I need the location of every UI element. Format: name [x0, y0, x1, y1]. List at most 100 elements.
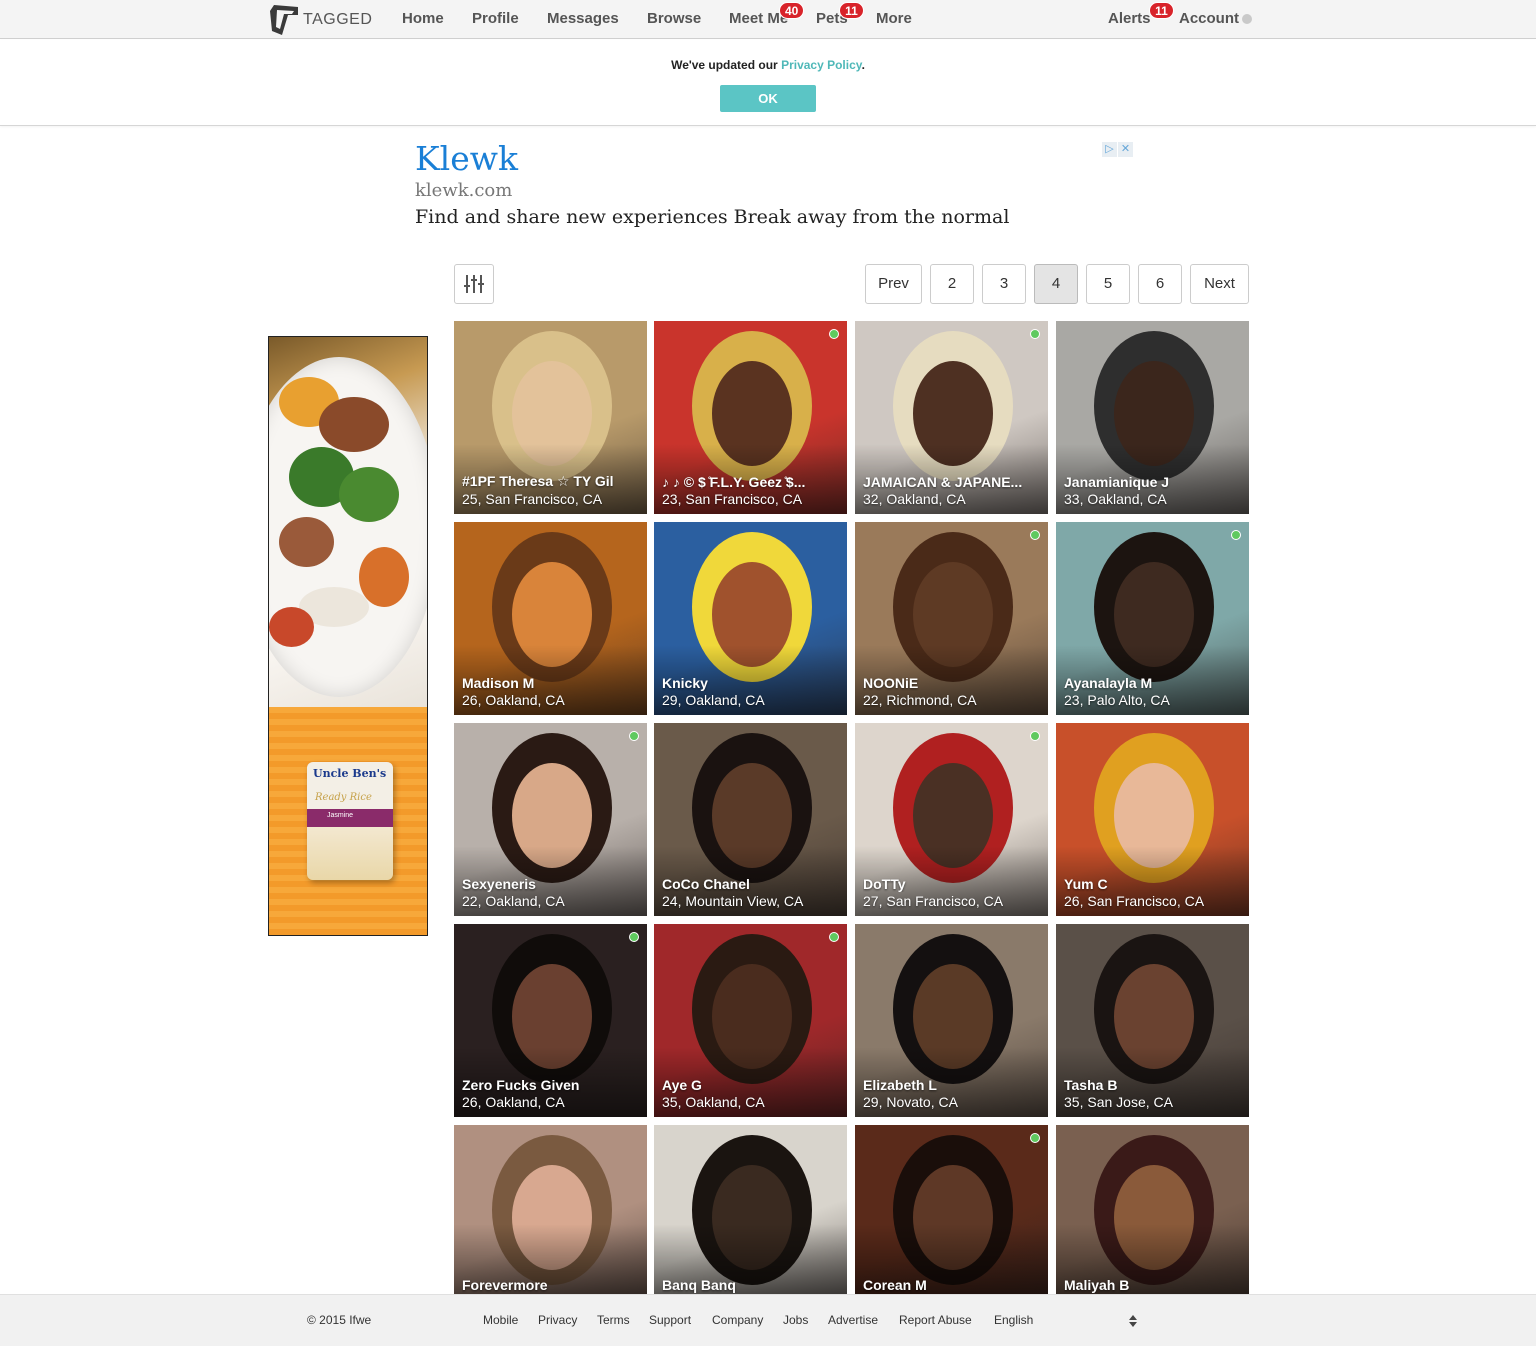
copyright: © 2015 Ifwe	[307, 1313, 372, 1327]
profile-name[interactable]: NOONiE	[863, 675, 1042, 691]
nav-pets[interactable]: Pets 11	[816, 2, 864, 27]
profile-name[interactable]: Knicky	[662, 675, 841, 691]
profile-card[interactable]: Corean M	[855, 1125, 1048, 1294]
profile-card[interactable]: Tasha B 35, San Jose, CA	[1056, 924, 1249, 1117]
profile-age-location: 26, San Francisco, CA	[1064, 893, 1205, 909]
profile-name[interactable]: Zero Fucks Given	[462, 1077, 641, 1093]
profile-name[interactable]: Ayanalayla M	[1064, 675, 1243, 691]
pagination-page[interactable]: 6	[1138, 264, 1182, 304]
profile-age-location: 22, Oakland, CA	[462, 893, 565, 909]
tagged-logo[interactable]: TAGGED	[268, 2, 372, 37]
footer-link-mobile[interactable]: Mobile	[483, 1313, 518, 1327]
language-select-arrows-icon[interactable]	[1127, 1312, 1139, 1330]
profile-card[interactable]: Knicky 29, Oakland, CA	[654, 522, 847, 715]
profile-card[interactable]: DoTTy 27, San Francisco, CA	[855, 723, 1048, 916]
profile-name[interactable]: Corean M	[863, 1277, 1042, 1293]
profile-name[interactable]: CoCo Chanel	[662, 876, 841, 892]
alerts-badge: 11	[1149, 2, 1174, 19]
ad-food-image	[269, 337, 427, 707]
pagination-page-current[interactable]: 4	[1034, 264, 1078, 304]
profile-name[interactable]: JAMAICAN & JAPANE...	[863, 474, 1042, 490]
ad-variety: Jasmine	[327, 812, 354, 819]
profile-card[interactable]: CoCo Chanel 24, Mountain View, CA	[654, 723, 847, 916]
filter-settings-button[interactable]	[454, 264, 494, 304]
online-indicator-icon	[829, 932, 839, 942]
language-select[interactable]: English	[994, 1313, 1033, 1327]
profile-age-location: 24, Mountain View, CA	[662, 893, 804, 909]
profile-name[interactable]: Elizabeth L	[863, 1077, 1042, 1093]
food-image	[319, 397, 389, 452]
privacy-policy-link[interactable]: Privacy Policy	[781, 58, 862, 72]
profile-name[interactable]: ♪ ♪ © $ ̊F.L.Y. Geez ̊$...	[662, 474, 841, 490]
pagination-page[interactable]: 5	[1086, 264, 1130, 304]
nav-more[interactable]: More	[876, 10, 912, 27]
privacy-text-before: We've updated our	[671, 58, 782, 72]
pagination-prev[interactable]: Prev	[865, 264, 922, 304]
text-ad[interactable]: Klewk klewk.com Find and share new exper…	[415, 140, 1135, 240]
footer-link-company[interactable]: Company	[712, 1313, 763, 1327]
profile-card[interactable]: NOONiE 22, Richmond, CA	[855, 522, 1048, 715]
profile-card[interactable]: Sexyeneris 22, Oakland, CA	[454, 723, 647, 916]
footer-link-privacy[interactable]: Privacy	[538, 1313, 577, 1327]
nav-messages[interactable]: Messages	[547, 10, 619, 27]
profile-card[interactable]: Madison M 26, Oakland, CA	[454, 522, 647, 715]
pagination-page[interactable]: 2	[930, 264, 974, 304]
profile-name[interactable]: Forevermore	[462, 1277, 641, 1293]
profile-name[interactable]: Aye G	[662, 1077, 841, 1093]
profile-card[interactable]: Zero Fucks Given 26, Oakland, CA	[454, 924, 647, 1117]
pagination-page[interactable]: 3	[982, 264, 1026, 304]
profile-card[interactable]: Maliyah B	[1056, 1125, 1249, 1294]
ad-url[interactable]: klewk.com	[415, 180, 1135, 201]
nav-account[interactable]: Account	[1179, 10, 1252, 27]
pagination-next[interactable]: Next	[1190, 264, 1249, 304]
profile-card[interactable]: Forevermore	[454, 1125, 647, 1294]
profile-name[interactable]: Yum C	[1064, 876, 1243, 892]
privacy-policy-banner: We've updated our Privacy Policy. OK	[0, 40, 1536, 126]
ad-choices[interactable]: ▷ ✕	[1102, 142, 1133, 157]
sidebar-banner-ad[interactable]: Uncle Ben's Ready Rice Jasmine	[268, 336, 428, 936]
nav-home[interactable]: Home	[402, 10, 444, 27]
nav-alerts-label: Alerts	[1108, 10, 1151, 27]
profile-name[interactable]: DoTTy	[863, 876, 1042, 892]
profile-card[interactable]: Janamianique J 33, Oakland, CA	[1056, 321, 1249, 514]
nav-alerts[interactable]: Alerts 11	[1108, 2, 1174, 27]
pets-badge: 11	[839, 2, 864, 19]
adchoices-icon[interactable]: ▷	[1102, 142, 1117, 157]
footer-link-terms[interactable]: Terms	[597, 1313, 630, 1327]
logo-text: TAGGED	[303, 10, 373, 28]
privacy-ok-button[interactable]: OK	[720, 85, 816, 112]
online-indicator-icon	[829, 329, 839, 339]
nav-profile[interactable]: Profile	[472, 10, 519, 27]
food-image	[269, 607, 314, 647]
nav-meet-me[interactable]: Meet Me 40	[729, 2, 805, 27]
sliders-icon	[464, 275, 484, 293]
nav-browse[interactable]: Browse	[647, 10, 701, 27]
profile-card[interactable]: #1PF Theresa ☆ TY Gil 25, San Francisco, …	[454, 321, 647, 514]
profile-name[interactable]: Madison M	[462, 675, 641, 691]
profile-card[interactable]: Yum C 26, San Francisco, CA	[1056, 723, 1249, 916]
profile-name[interactable]: Banq Banq	[662, 1277, 841, 1293]
profile-card[interactable]: Elizabeth L 29, Novato, CA	[855, 924, 1048, 1117]
footer-link-support[interactable]: Support	[649, 1313, 691, 1327]
profile-card[interactable]: JAMAICAN & JAPANE... 32, Oakland, CA	[855, 321, 1048, 514]
footer-link-advertise[interactable]: Advertise	[828, 1313, 878, 1327]
profile-age-location: 27, San Francisco, CA	[863, 893, 1004, 909]
online-indicator-icon	[1030, 1133, 1040, 1143]
footer-link-jobs[interactable]: Jobs	[783, 1313, 808, 1327]
profile-card[interactable]: Aye G 35, Oakland, CA	[654, 924, 847, 1117]
profile-age-location: 29, Oakland, CA	[662, 692, 765, 708]
profile-name[interactable]: Tasha B	[1064, 1077, 1243, 1093]
profile-card[interactable]: ♪ ♪ © $ ̊F.L.Y. Geez ̊$... 23, San Franci…	[654, 321, 847, 514]
footer-link-report-abuse[interactable]: Report Abuse	[899, 1313, 972, 1327]
profile-name[interactable]: Maliyah B	[1064, 1277, 1243, 1293]
profile-name[interactable]: #1PF Theresa ☆ TY Gil	[462, 473, 641, 490]
profile-name[interactable]: Sexyeneris	[462, 876, 641, 892]
profile-age-location: 29, Novato, CA	[863, 1094, 958, 1110]
profile-card[interactable]: Banq Banq	[654, 1125, 847, 1294]
ad-description[interactable]: Find and share new experiences Break awa…	[415, 206, 1135, 228]
profile-age-location: 23, San Francisco, CA	[662, 491, 803, 507]
profile-name[interactable]: Janamianique J	[1064, 474, 1243, 490]
ad-title[interactable]: Klewk	[415, 140, 1135, 178]
profile-card[interactable]: Ayanalayla M 23, Palo Alto, CA	[1056, 522, 1249, 715]
ad-close-icon[interactable]: ✕	[1118, 142, 1133, 157]
